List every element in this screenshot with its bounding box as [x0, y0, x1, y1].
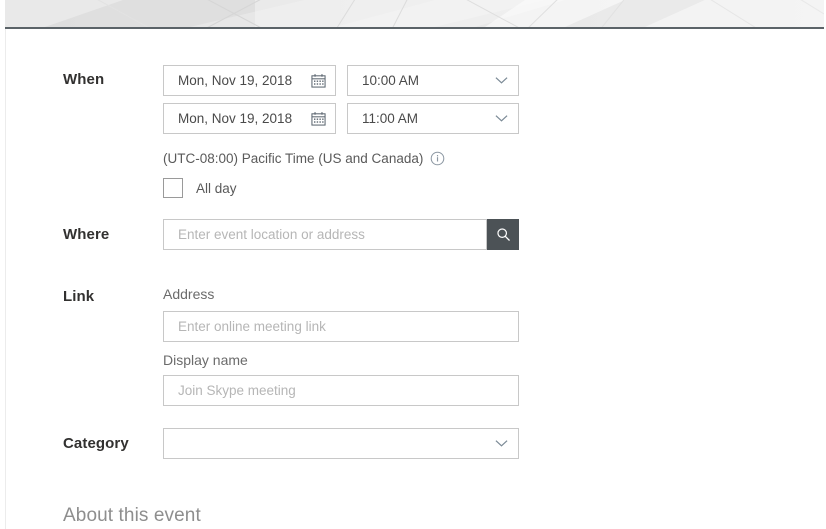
timezone-text: (UTC-08:00) Pacific Time (US and Canada): [163, 151, 423, 166]
search-icon: [496, 227, 511, 242]
where-input[interactable]: Enter event location or address: [163, 219, 487, 250]
event-form-page: When Mon, Nov 19, 2018: [0, 0, 826, 529]
decorative-header-banner: [5, 0, 824, 29]
link-address-input[interactable]: Enter online meeting link: [163, 311, 519, 342]
calendar-icon-glyph: [311, 73, 326, 88]
timezone-row: (UTC-08:00) Pacific Time (US and Canada): [163, 151, 445, 166]
all-day-label: All day: [196, 181, 237, 196]
calendar-icon[interactable]: [301, 104, 335, 133]
location-search-button[interactable]: [487, 219, 519, 250]
end-date-value: Mon, Nov 19, 2018: [164, 111, 301, 126]
all-day-row[interactable]: All day: [163, 178, 237, 198]
link-display-name-label: Display name: [163, 352, 248, 368]
link-address-label: Address: [163, 286, 214, 302]
calendar-icon-glyph: [311, 111, 326, 126]
end-time-select[interactable]: 11:00 AM: [347, 103, 519, 134]
when-label: When: [63, 71, 104, 88]
chevron-down-icon-glyph: [495, 76, 508, 85]
category-select[interactable]: [163, 428, 519, 459]
page-left-rule: [5, 28, 6, 529]
chevron-down-icon[interactable]: [484, 104, 518, 133]
where-placeholder: Enter event location or address: [164, 227, 486, 242]
chevron-down-icon[interactable]: [484, 66, 518, 95]
link-display-name-placeholder: Join Skype meeting: [164, 383, 518, 398]
chevron-down-icon[interactable]: [484, 429, 518, 458]
end-date-input[interactable]: Mon, Nov 19, 2018: [163, 103, 336, 134]
banner-pattern: [5, 0, 824, 27]
link-address-placeholder: Enter online meeting link: [164, 319, 518, 334]
info-icon-glyph: [430, 151, 445, 166]
link-display-name-input[interactable]: Join Skype meeting: [163, 375, 519, 406]
info-icon[interactable]: [423, 151, 445, 166]
start-date-value: Mon, Nov 19, 2018: [164, 73, 301, 88]
calendar-icon[interactable]: [301, 66, 335, 95]
where-label: Where: [63, 226, 109, 243]
chevron-down-icon-glyph: [495, 114, 508, 123]
chevron-down-icon-glyph: [495, 439, 508, 448]
start-time-value: 10:00 AM: [348, 73, 484, 88]
end-time-value: 11:00 AM: [348, 111, 484, 126]
all-day-checkbox[interactable]: [163, 178, 183, 198]
start-date-input[interactable]: Mon, Nov 19, 2018: [163, 65, 336, 96]
category-label: Category: [63, 435, 129, 452]
link-label: Link: [63, 288, 94, 305]
about-this-event-heading: About this event: [63, 505, 201, 527]
start-time-select[interactable]: 10:00 AM: [347, 65, 519, 96]
